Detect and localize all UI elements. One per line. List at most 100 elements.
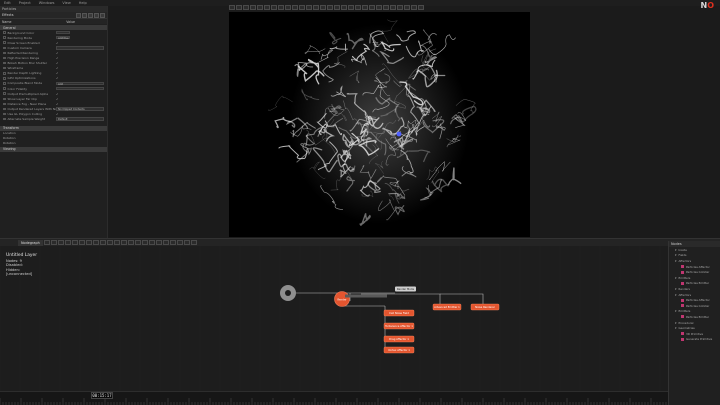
viewport-tool-button[interactable] bbox=[285, 5, 291, 10]
nodegraph-tool-button[interactable] bbox=[106, 240, 113, 245]
viewport-tool-button[interactable] bbox=[327, 5, 333, 10]
property-toggle[interactable] bbox=[3, 87, 6, 90]
property-field[interactable] bbox=[56, 46, 104, 50]
nodegraph-tool-button[interactable] bbox=[64, 240, 71, 245]
property-toggle[interactable] bbox=[3, 56, 6, 60]
viewport-tool-button[interactable] bbox=[299, 5, 305, 10]
nodegraph-tool-button[interactable] bbox=[120, 240, 127, 245]
viewport-tool-button[interactable] bbox=[306, 5, 312, 10]
viewport-tool-button[interactable] bbox=[383, 5, 389, 10]
expand-arrow-icon[interactable]: ▾ bbox=[675, 276, 677, 280]
property-field[interactable]: No Clipped Contents bbox=[56, 107, 104, 111]
check-mark[interactable]: ✓ bbox=[56, 51, 59, 55]
nodegraph-tool-button[interactable] bbox=[71, 240, 78, 245]
menu-edit[interactable]: Edit bbox=[4, 1, 11, 5]
nodegraph-tool-button[interactable] bbox=[134, 240, 141, 245]
property-toggle[interactable] bbox=[3, 31, 6, 34]
property-toggle[interactable] bbox=[3, 92, 6, 95]
property-toggle[interactable] bbox=[3, 102, 6, 106]
affector-node[interactable]: Turbulence Affector 1 bbox=[383, 322, 415, 330]
expand-arrow-icon[interactable]: ▾ bbox=[675, 309, 677, 313]
viewport-tool-button[interactable] bbox=[250, 5, 256, 10]
property-field[interactable]: Additive bbox=[56, 35, 70, 40]
property-toggle[interactable] bbox=[3, 117, 6, 121]
viewport-tool-button[interactable] bbox=[376, 5, 382, 10]
viewport-tool-button[interactable] bbox=[355, 5, 361, 10]
viewport-tool-button[interactable] bbox=[271, 5, 277, 10]
section-viewing[interactable]: Viewing bbox=[0, 146, 107, 152]
menu-project[interactable]: Project bbox=[19, 1, 31, 5]
viewport-tool-button[interactable] bbox=[397, 5, 403, 10]
check-mark[interactable]: ✓ bbox=[56, 112, 59, 116]
property-toggle[interactable] bbox=[3, 46, 6, 50]
renderer-node[interactable]: Noise Renderer bbox=[470, 303, 500, 311]
viewport-tool-button[interactable] bbox=[362, 5, 368, 10]
property-toggle[interactable] bbox=[3, 112, 6, 116]
nodegraph-tool-button[interactable] bbox=[155, 240, 162, 245]
viewport-tool-button[interactable] bbox=[404, 5, 410, 10]
property-toggle[interactable] bbox=[3, 66, 6, 70]
node-graph[interactable]: Render Render Mode Advanced Emitter 1 Noi… bbox=[0, 246, 668, 391]
expand-arrow-icon[interactable]: ▾ bbox=[675, 253, 677, 257]
property-toggle[interactable] bbox=[3, 61, 6, 65]
expand-arrow-icon[interactable]: ▾ bbox=[675, 248, 677, 252]
nodegraph-tool-button[interactable] bbox=[162, 240, 169, 245]
timecode-display[interactable]: 00:15:17 bbox=[91, 392, 113, 399]
nodegraph-tool-button[interactable] bbox=[148, 240, 155, 245]
gear-icon[interactable] bbox=[280, 285, 296, 301]
nodegraph-tool-button[interactable] bbox=[169, 240, 176, 245]
menu-windows[interactable]: Windows bbox=[39, 1, 55, 5]
viewport-tool-button[interactable] bbox=[348, 5, 354, 10]
nodegraph-tool-button[interactable] bbox=[78, 240, 85, 245]
property-toggle[interactable] bbox=[3, 72, 6, 75]
nodegraph-tool-button[interactable] bbox=[127, 240, 134, 245]
property-toggle[interactable] bbox=[3, 36, 6, 39]
nodegraph-tool-button[interactable] bbox=[85, 240, 92, 245]
check-mark[interactable]: ✓ bbox=[56, 92, 59, 96]
viewport-tool-button[interactable] bbox=[313, 5, 319, 10]
panel-tool-button[interactable] bbox=[94, 12, 99, 18]
panel-tool-button[interactable] bbox=[100, 12, 105, 18]
viewport-tool-button[interactable] bbox=[257, 5, 263, 10]
property-toggle[interactable] bbox=[3, 77, 6, 80]
check-mark[interactable]: ✓ bbox=[56, 97, 59, 101]
property-field[interactable] bbox=[56, 86, 104, 91]
layer-node[interactable]: Render bbox=[334, 291, 350, 307]
expand-arrow-icon[interactable]: ▾ bbox=[675, 293, 677, 297]
nodegraph-tool-button[interactable] bbox=[113, 240, 120, 245]
property-toggle[interactable] bbox=[3, 41, 6, 44]
expand-arrow-icon[interactable]: ▾ bbox=[675, 321, 677, 325]
viewport-tool-button[interactable] bbox=[236, 5, 242, 10]
check-mark[interactable]: ✓ bbox=[56, 66, 59, 70]
node-library-item[interactable]: Generate Primitive bbox=[669, 337, 720, 343]
property-toggle[interactable] bbox=[3, 82, 6, 85]
viewport-tool-button[interactable] bbox=[418, 5, 424, 10]
viewport-tool-button[interactable] bbox=[334, 5, 340, 10]
nodegraph-tool-button[interactable] bbox=[141, 240, 148, 245]
viewport-tool-button[interactable] bbox=[243, 5, 249, 10]
affector-node[interactable]: Cell Noise Field bbox=[383, 309, 415, 317]
property-toggle[interactable] bbox=[3, 51, 6, 55]
panel-tool-button[interactable] bbox=[82, 12, 87, 18]
render-mode-node[interactable]: Render Mode bbox=[395, 286, 416, 292]
nodegraph-tool-button[interactable] bbox=[92, 240, 99, 245]
menu-help[interactable]: Help bbox=[79, 1, 87, 5]
viewport-tool-button[interactable] bbox=[292, 5, 298, 10]
viewport-tool-button[interactable] bbox=[320, 5, 326, 10]
check-mark[interactable]: ✓ bbox=[56, 61, 59, 65]
viewport-tool-button[interactable] bbox=[390, 5, 396, 10]
check-mark[interactable]: ✓ bbox=[56, 56, 59, 60]
nodegraph-tool-button[interactable] bbox=[190, 240, 197, 245]
expand-arrow-icon[interactable]: ▾ bbox=[675, 259, 677, 263]
property-toggle[interactable] bbox=[3, 107, 6, 111]
check-mark[interactable]: ✓ bbox=[56, 41, 59, 45]
expand-arrow-icon[interactable]: ▾ bbox=[675, 287, 677, 291]
panel-tool-button[interactable] bbox=[76, 12, 81, 18]
panel-tool-button[interactable] bbox=[88, 12, 93, 18]
nodegraph-tool-button[interactable] bbox=[176, 240, 183, 245]
check-mark[interactable]: ✓ bbox=[56, 76, 59, 80]
nodegraph-tool-button[interactable] bbox=[50, 240, 57, 245]
check-mark[interactable]: ✓ bbox=[56, 71, 59, 75]
affector-node[interactable]: Drag Affector 1 bbox=[383, 335, 415, 343]
viewport-tool-button[interactable] bbox=[341, 5, 347, 10]
